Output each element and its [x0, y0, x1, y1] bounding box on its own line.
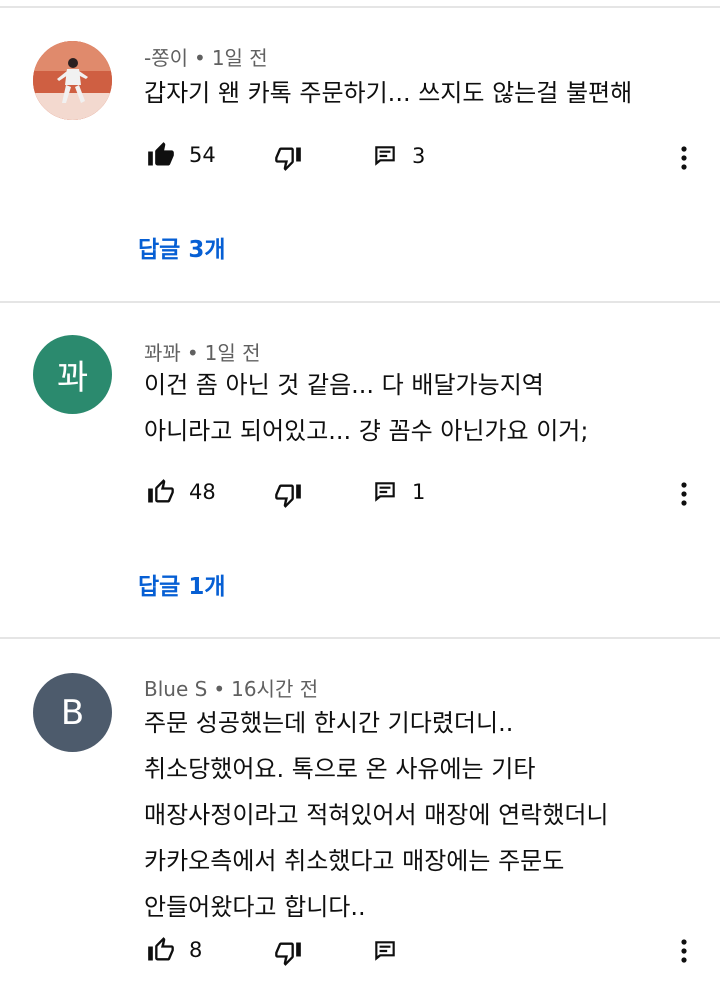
more-options-button[interactable]: [670, 933, 698, 969]
comment-line: 갑자기 왠 카톡 주문하기... 쓰지도 않는걸 불편해: [144, 79, 633, 107]
comment-meta: -쫑이 • 1일 전: [144, 42, 268, 71]
avatar[interactable]: B: [33, 673, 112, 752]
comment-icon: [375, 482, 395, 502]
avatar-initial: 꽈: [56, 358, 89, 398]
reply-button[interactable]: 3: [372, 143, 425, 169]
avatar[interactable]: [33, 41, 112, 120]
like-count: 48: [189, 480, 216, 504]
like-button[interactable]: 8: [147, 936, 202, 964]
comment-line: 안들어왔다고 합니다..: [144, 893, 366, 921]
divider: [0, 637, 720, 639]
like-button[interactable]: 54: [147, 141, 216, 169]
avatar-initial: B: [60, 692, 85, 733]
more-vert-icon: [681, 482, 687, 506]
more-options-button[interactable]: [670, 140, 698, 176]
comment-line: 매장사정이라고 적혀있어서 매장에 연락했더니: [144, 801, 609, 829]
view-replies-link[interactable]: 답글 1개: [138, 567, 226, 601]
like-button[interactable]: 48: [147, 478, 216, 506]
thumb-up-icon: [148, 142, 174, 166]
comment-line: 아니라고 되어있고... 걍 꼼수 아닌가요 이거;: [144, 417, 589, 445]
like-count: 8: [189, 938, 203, 962]
comment-author[interactable]: -쫑이: [144, 46, 188, 70]
divider: [0, 6, 720, 8]
comment-text: 이건 좀 아닌 것 같음... 다 배달가능지역 아니라고 되어있고... 걍 …: [144, 362, 588, 454]
comment-meta: Blue S • 16시간 전: [144, 673, 318, 702]
comment-icon: [375, 146, 395, 166]
more-vert-icon: [681, 939, 687, 963]
comment-time: 1일 전: [211, 46, 268, 70]
comment-icon: [375, 941, 395, 961]
comment-text: 갑자기 왠 카톡 주문하기... 쓰지도 않는걸 불편해: [144, 70, 632, 116]
comment-line: 취소당했어요. 톡으로 온 사유에는 기타: [144, 755, 536, 783]
separator-dot: •: [213, 677, 226, 701]
view-replies-link[interactable]: 답글 3개: [138, 230, 226, 264]
dislike-button[interactable]: [274, 481, 302, 509]
thumb-down-icon: [275, 147, 301, 171]
thumb-up-icon: [148, 479, 174, 503]
thumb-up-icon: [148, 937, 174, 961]
reply-count: 1: [412, 480, 426, 504]
like-count: 54: [189, 143, 216, 167]
comment-time: 16시간 전: [231, 677, 319, 701]
dislike-button[interactable]: [274, 144, 302, 172]
thumb-down-icon: [275, 484, 301, 508]
reply-button[interactable]: [372, 938, 398, 964]
comment-line: 카카오측에서 취소했다고 매장에는 주문도: [144, 847, 565, 875]
divider: [0, 301, 720, 303]
comment-author[interactable]: Blue S: [144, 677, 207, 701]
thumb-down-icon: [275, 942, 301, 966]
comment-line: 이건 좀 아닌 것 같음... 다 배달가능지역: [144, 371, 544, 399]
more-options-button[interactable]: [670, 476, 698, 512]
reply-button[interactable]: 1: [372, 479, 425, 505]
separator-dot: •: [194, 46, 206, 70]
more-vert-icon: [681, 146, 687, 170]
avatar[interactable]: 꽈: [33, 335, 112, 414]
comment-line: 주문 성공했는데 한시간 기다렸더니..: [144, 709, 514, 737]
avatar-photo: [33, 41, 112, 120]
dislike-button[interactable]: [274, 939, 302, 967]
reply-count: 3: [412, 144, 426, 168]
comment-text: 주문 성공했는데 한시간 기다렸더니.. 취소당했어요. 톡으로 온 사유에는 …: [144, 700, 609, 930]
